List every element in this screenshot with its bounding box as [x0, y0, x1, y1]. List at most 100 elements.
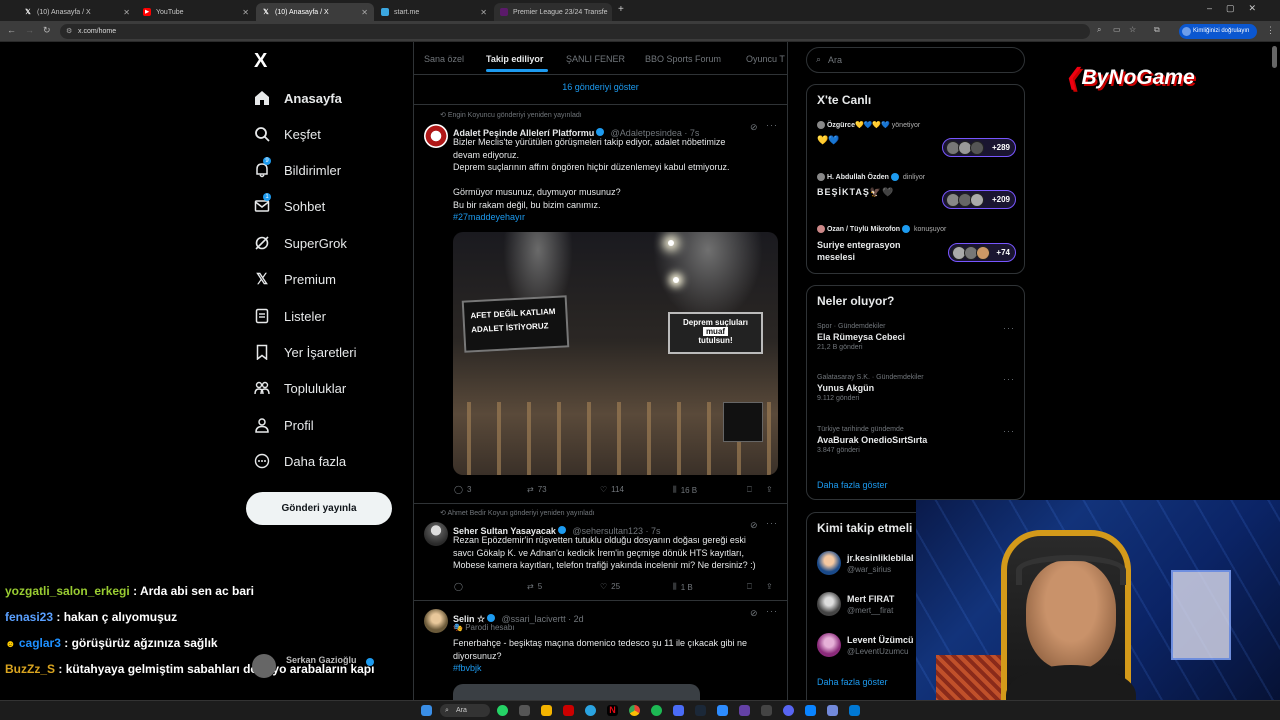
live-item[interactable]: Ozan / Tüylü Mikrofon konuşuyor Suriye e…: [817, 225, 1017, 269]
forward-icon[interactable]: →: [25, 25, 34, 35]
avatar[interactable]: [424, 522, 448, 546]
close-icon[interactable]: ✕: [242, 8, 249, 17]
app-icon[interactable]: [849, 705, 860, 716]
bookmark-icon[interactable]: ⎕: [747, 485, 752, 495]
more-options-icon[interactable]: ···: [766, 120, 778, 130]
trend-item[interactable]: Türkiye tarihinde gündemde AvaBurak Oned…: [817, 426, 1017, 454]
avatar[interactable]: [424, 609, 448, 633]
sidebar-item-bookmarks[interactable]: Yer İşaretleri: [254, 340, 357, 364]
sidebar-item-premium[interactable]: 𝕏 Premium: [254, 267, 336, 291]
hashtag-link[interactable]: #fbvbjk: [453, 662, 787, 675]
x-logo[interactable]: X: [254, 50, 267, 73]
live-item[interactable]: H. Abdullah Özden dinliyor BEŞİKTAŞ🦅🖤 +2…: [817, 173, 1017, 213]
tweet[interactable]: Selin ☆ @ssari_lacivertt · 2d ⊘ ··· 🎭 Pa…: [414, 601, 787, 700]
browser-tab[interactable]: 𝕏 (10) Anasayfa / X ✕: [18, 3, 136, 21]
more-options-icon[interactable]: ···: [766, 606, 778, 616]
views-button[interactable]: ⫼ 16 B: [673, 485, 697, 495]
sidebar-item-supergrok[interactable]: SuperGrok: [254, 231, 347, 255]
retweet-button[interactable]: ⇄ 73: [527, 485, 547, 494]
tab-bbo-sports[interactable]: BBO Sports Forum: [645, 54, 721, 64]
grok-icon[interactable]: ⊘: [750, 122, 758, 133]
app-icon[interactable]: [827, 705, 838, 716]
app-icon[interactable]: [761, 705, 772, 716]
sidebar-item-messages[interactable]: 1 Sohbet: [254, 193, 325, 218]
hashtag-link[interactable]: #27maddeyehayır: [453, 211, 783, 224]
reply-button[interactable]: ◯: [454, 582, 467, 591]
discord-icon[interactable]: [783, 705, 794, 716]
sidebar-item-notifications[interactable]: 9 Bildirimler: [254, 157, 341, 182]
url-field[interactable]: ⚙ x.com/home: [60, 24, 1090, 39]
grok-icon[interactable]: ⊘: [750, 608, 758, 619]
star-icon[interactable]: ☆: [1129, 25, 1136, 34]
chrome-icon[interactable]: [629, 705, 640, 716]
sidebar-item-home[interactable]: Anasayfa: [254, 86, 342, 110]
app-icon[interactable]: [673, 705, 684, 716]
folder-icon[interactable]: [541, 705, 552, 716]
listener-count[interactable]: +209: [942, 190, 1016, 209]
taskbar-search[interactable]: ⌕ Ara: [440, 704, 490, 717]
netflix-icon[interactable]: N: [607, 705, 618, 716]
like-button[interactable]: ♡ 25: [600, 582, 620, 591]
search-input[interactable]: ⌕ Ara: [806, 47, 1025, 73]
close-icon[interactable]: ✕: [123, 8, 130, 17]
show-more-link[interactable]: Daha fazla göster: [817, 677, 888, 687]
sidebar-item-communities[interactable]: Topluluklar: [254, 376, 346, 400]
retweet-button[interactable]: ⇄ 5: [527, 582, 542, 591]
browser-tab[interactable]: start.me ✕: [375, 3, 493, 21]
listener-count[interactable]: +74: [948, 243, 1016, 262]
reply-button[interactable]: ◯ 3: [454, 485, 471, 494]
bookmark-icon[interactable]: ⎕: [747, 582, 752, 592]
task-view-icon[interactable]: [519, 705, 530, 716]
show-new-posts[interactable]: 16 gönderiyi göster: [414, 82, 787, 92]
post-button[interactable]: Gönderi yayınla: [246, 492, 392, 525]
back-icon[interactable]: ←: [7, 25, 16, 35]
app-icon[interactable]: [563, 705, 574, 716]
listener-count[interactable]: +289: [942, 138, 1016, 157]
live-item[interactable]: Özgürce💛💙💛💙 yönetiyor 💛💙 +289: [817, 121, 1017, 161]
like-button[interactable]: ♡ 114: [600, 485, 624, 494]
app-icon[interactable]: [739, 705, 750, 716]
avatar[interactable]: [424, 124, 448, 148]
avatar[interactable]: [252, 654, 276, 678]
account-name[interactable]: Serkan Gazioğlu: [286, 655, 357, 665]
more-options-icon[interactable]: ···: [766, 518, 778, 528]
new-tab-icon[interactable]: +: [618, 4, 624, 15]
zoom-icon[interactable]: [717, 705, 728, 716]
tab-for-you[interactable]: Sana özel: [424, 54, 464, 64]
site-info-icon[interactable]: ⚙: [66, 24, 72, 39]
tweet-image[interactable]: [453, 684, 700, 700]
profile-button[interactable]: Kimliğinizi doğrulayın: [1179, 24, 1257, 39]
tab-sanli-fener[interactable]: ŞANLI FENER: [566, 54, 625, 64]
share-icon[interactable]: ⇪: [766, 485, 773, 494]
window-controls[interactable]: –▢✕: [1207, 3, 1270, 14]
sidebar-item-profile[interactable]: Profil: [254, 413, 314, 437]
zoom-icon[interactable]: ⌕: [1097, 25, 1101, 35]
tab-oyuncu[interactable]: Oyuncu T: [746, 54, 785, 64]
avatar[interactable]: [817, 592, 841, 616]
extensions-icon[interactable]: ⧉: [1154, 25, 1160, 35]
more-options-icon[interactable]: ···: [1003, 426, 1015, 436]
browser-tab[interactable]: ▶ YouTube ✕: [137, 3, 255, 21]
whatsapp-icon[interactable]: [497, 705, 508, 716]
tweet[interactable]: ⟲ Engin Koyuncu gönderiyi yeniden yayınl…: [414, 105, 787, 503]
tweet-image[interactable]: AFET DEĞİL KATLIAM ADALET İSTİYORUZ Depr…: [453, 232, 778, 475]
trend-item[interactable]: Galatasaray S.K. · Gündemdekiler Yunus A…: [817, 374, 1017, 402]
show-more-link[interactable]: Daha fazla göster: [817, 480, 888, 490]
steam-icon[interactable]: [695, 705, 706, 716]
trend-item[interactable]: Spor · Gündemdekiler Ela Rümeysa Cebeci …: [817, 323, 1017, 351]
tweet[interactable]: ⟲ Ahmet Bedir Koyun gönderiyi yeniden ya…: [414, 504, 787, 600]
close-icon[interactable]: ✕: [480, 8, 487, 17]
browser-tab[interactable]: 𝕏 (10) Anasayfa / X ✕: [256, 3, 374, 21]
more-options-icon[interactable]: ···: [1003, 374, 1015, 384]
scrollbar-thumb[interactable]: [1272, 46, 1277, 68]
views-button[interactable]: ⫼ 1 B: [673, 582, 693, 592]
sidebar-item-more[interactable]: Daha fazla: [254, 449, 346, 473]
avatar[interactable]: [817, 551, 841, 575]
browser-tab[interactable]: Premier League 23/24 Transfe ✕: [494, 3, 612, 21]
sidebar-item-explore[interactable]: Keşfet: [254, 122, 321, 146]
reload-icon[interactable]: ↻: [43, 25, 51, 36]
share-icon[interactable]: ⇪: [766, 582, 773, 591]
grok-icon[interactable]: ⊘: [750, 520, 758, 531]
spotify-icon[interactable]: [651, 705, 662, 716]
cast-icon[interactable]: ▭: [1113, 25, 1121, 34]
